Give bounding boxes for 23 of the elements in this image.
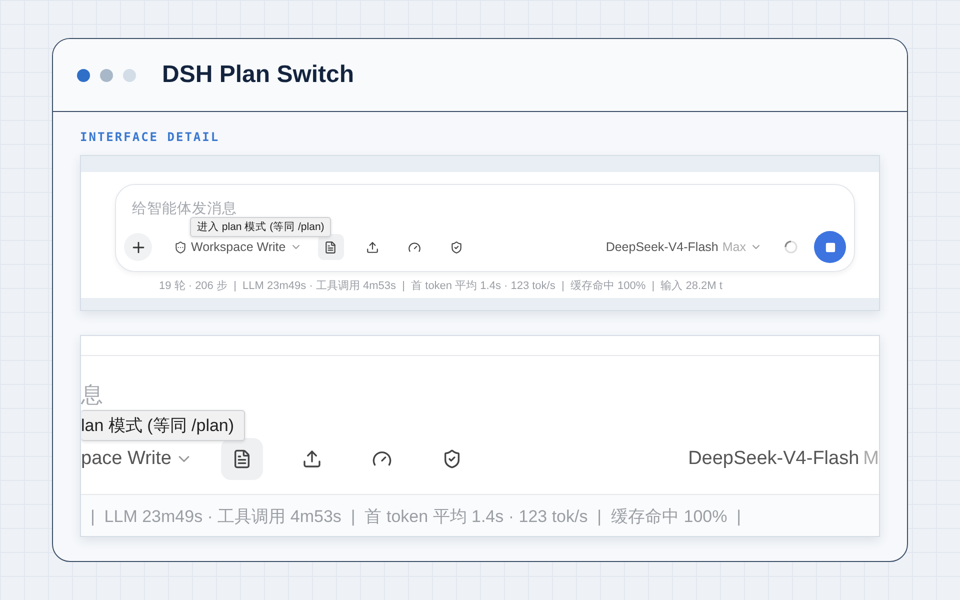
shield-check-icon [442,449,462,469]
add-button[interactable] [124,233,152,261]
document-icon [232,449,252,469]
section-label: INTERFACE DETAIL [80,130,220,144]
document-icon [324,240,338,254]
shield-check-icon [450,240,464,254]
gauge-icon [408,240,422,254]
plan-mode-button[interactable] [221,438,264,480]
model-dropdown[interactable]: DeepSeek-V4-Flash Max [606,240,762,254]
mode-dropdown[interactable]: pace Write [81,448,194,470]
tooltip: 进入 plan 模式 (等同 /plan) [190,217,332,237]
shield-icon [174,240,187,254]
stats-line: | LLM 23m49s · 工具调用 4m53s | 首 token 平均 1.4s · 123 tok/s | 缓存命中 100% | [89,506,742,528]
tooltip: lan 模式 (等同 /plan) [81,410,246,441]
mode-dropdown[interactable]: Workspace Write [174,240,302,254]
upload-icon [366,240,380,254]
upload-icon [302,449,322,469]
window-title: DSH Plan Switch [162,61,354,89]
plan-mode-button[interactable] [318,234,344,260]
model-dropdown[interactable]: DeepSeek-V4-Flash M [688,448,879,470]
stop-icon [824,242,836,252]
stop-button[interactable] [814,231,846,263]
stats-line: 19 轮 · 206 步 | LLM 23m49s · 工具调用 4m53s | 首 token 平均 1.4s · 123 tok/s | 缓存命中 100% | 输入 28.2M t [158,279,724,294]
